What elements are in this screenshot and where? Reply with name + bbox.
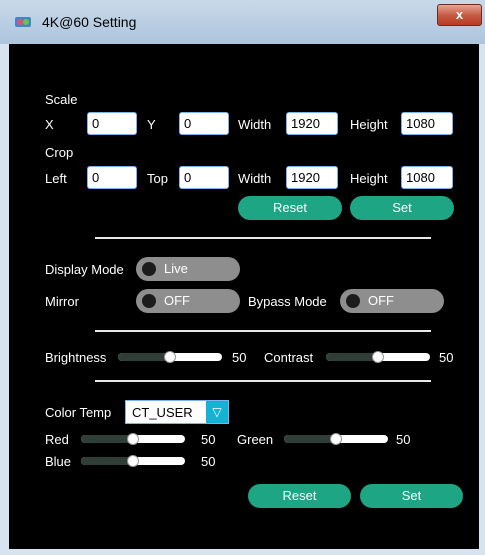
crop-reset-button[interactable]: Reset (238, 196, 342, 220)
toggle-knob (142, 294, 156, 308)
window-title: 4K@60 Setting (42, 14, 137, 30)
scale-height-label: Height (350, 117, 388, 132)
green-value: 50 (396, 432, 411, 447)
settings-panel: Scale X 0 Y 0 Width 1920 Height 1080 Cro… (9, 44, 479, 549)
crop-width-label: Width (238, 171, 272, 186)
slider-thumb[interactable] (127, 455, 139, 467)
red-label: Red (45, 432, 69, 447)
color-set-button[interactable]: Set (360, 484, 463, 508)
green-slider[interactable] (284, 433, 388, 445)
divider (95, 380, 431, 382)
settings-window: 4K@60 Setting x Scale X 0 Y 0 Width 1920… (0, 0, 485, 555)
contrast-label: Contrast (264, 350, 314, 365)
slider-fill (118, 353, 170, 361)
scale-width-input[interactable]: 1920 (286, 112, 338, 135)
bypass-mode-value: OFF (368, 293, 394, 308)
toggle-knob (142, 262, 156, 276)
scale-x-input[interactable]: 0 (87, 112, 137, 135)
crop-height-label: Height (350, 171, 388, 186)
crop-width-input[interactable]: 1920 (286, 166, 338, 189)
close-button[interactable]: x (437, 4, 482, 26)
slider-thumb[interactable] (164, 351, 176, 363)
bypass-mode-label: Bypass Mode (248, 294, 327, 309)
brightness-label: Brightness (45, 350, 107, 365)
display-mode-label: Display Mode (45, 262, 124, 277)
chevron-down-icon[interactable]: ▽ (206, 401, 228, 423)
title-bar: 4K@60 Setting x (0, 0, 485, 44)
divider (95, 330, 431, 332)
contrast-slider[interactable] (326, 351, 430, 363)
red-slider[interactable] (81, 433, 185, 445)
mirror-label: Mirror (45, 294, 79, 309)
slider-thumb[interactable] (372, 351, 384, 363)
slider-fill (81, 435, 133, 443)
scale-height-input[interactable]: 1080 (401, 112, 453, 135)
red-value: 50 (201, 432, 216, 447)
toggle-knob (346, 294, 360, 308)
blue-slider[interactable] (81, 455, 185, 467)
slider-fill (81, 457, 133, 465)
scale-width-label: Width (238, 117, 272, 132)
color-temp-label: Color Temp (45, 405, 112, 420)
mirror-value: OFF (164, 293, 190, 308)
divider (95, 237, 431, 239)
slider-fill (284, 435, 336, 443)
mirror-toggle[interactable]: OFF (136, 289, 240, 313)
crop-left-input[interactable]: 0 (87, 166, 137, 189)
contrast-value: 50 (439, 350, 454, 365)
brightness-value: 50 (232, 350, 247, 365)
crop-set-button[interactable]: Set (350, 196, 454, 220)
crop-top-input[interactable]: 0 (179, 166, 229, 189)
display-mode-value: Live (164, 261, 188, 276)
app-icon (15, 17, 31, 27)
bypass-mode-toggle[interactable]: OFF (340, 289, 444, 313)
crop-top-label: Top (147, 171, 168, 186)
scale-heading: Scale (45, 92, 78, 107)
slider-fill (326, 353, 378, 361)
color-temp-select[interactable]: CT_USER ▽ (125, 400, 229, 424)
blue-value: 50 (201, 454, 216, 469)
brightness-slider[interactable] (118, 351, 222, 363)
blue-label: Blue (45, 454, 72, 469)
scale-x-label: X (45, 117, 54, 132)
crop-height-input[interactable]: 1080 (401, 166, 453, 189)
green-label: Green (237, 432, 274, 447)
display-mode-toggle[interactable]: Live (136, 257, 240, 281)
crop-left-label: Left (45, 171, 67, 186)
slider-thumb[interactable] (127, 433, 139, 445)
crop-heading: Crop (45, 145, 74, 160)
slider-thumb[interactable] (330, 433, 342, 445)
color-reset-button[interactable]: Reset (248, 484, 351, 508)
color-temp-value: CT_USER (132, 405, 193, 420)
scale-y-label: Y (147, 117, 156, 132)
scale-y-input[interactable]: 0 (179, 112, 229, 135)
